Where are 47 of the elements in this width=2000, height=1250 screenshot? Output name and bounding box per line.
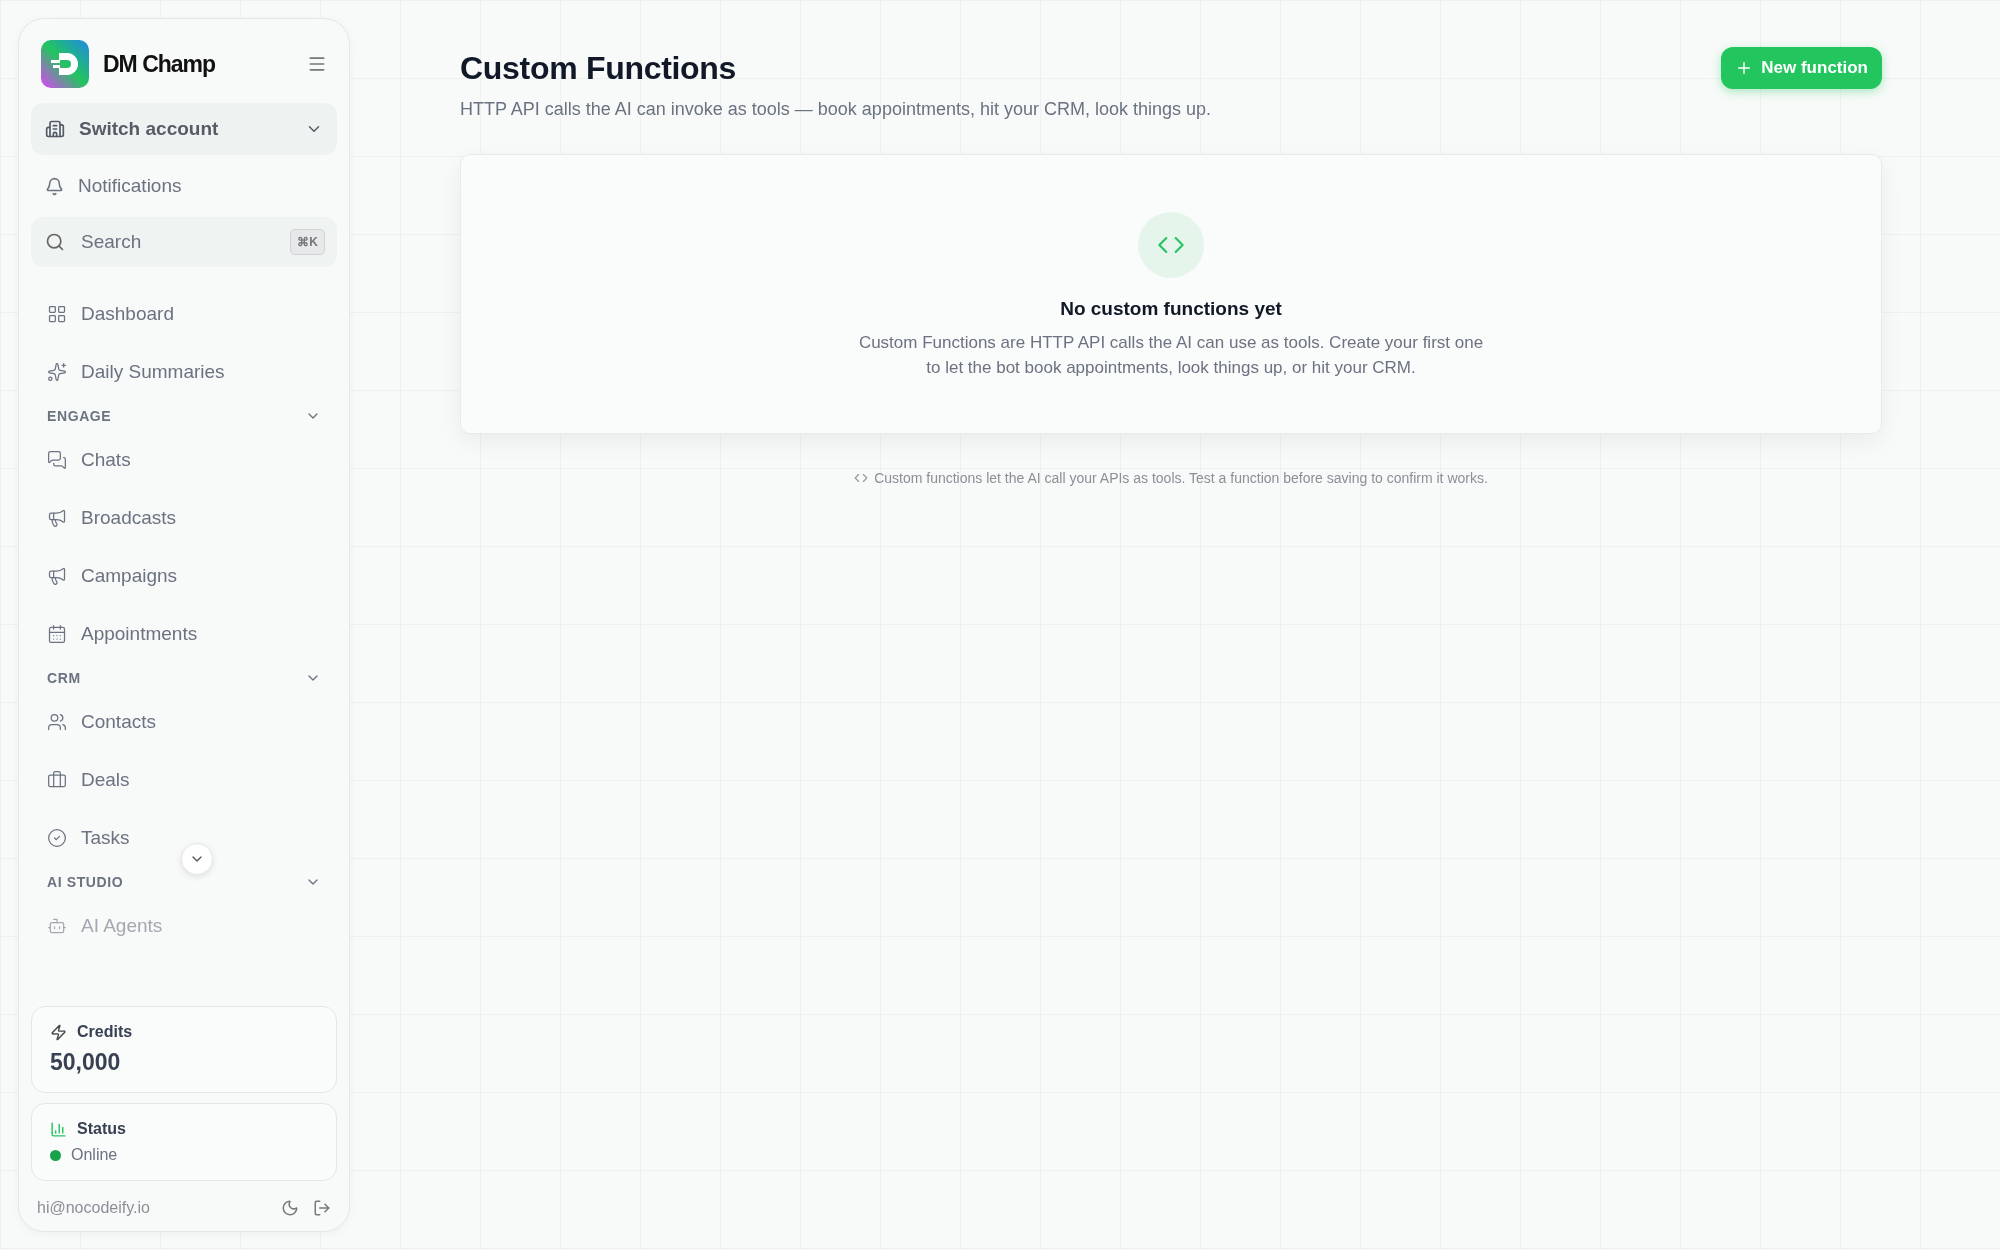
bell-icon — [45, 176, 64, 196]
page-subtitle: HTTP API calls the AI can invoke as tools — book appointments, hit your CRM, look things up. — [460, 99, 1212, 120]
menu-icon[interactable] — [307, 54, 327, 74]
nav-icon — [47, 566, 67, 586]
building-icon — [45, 119, 65, 139]
nav-item[interactable]: Deals — [31, 751, 337, 809]
shortcut-key: ⌘K — [290, 229, 325, 255]
bar-chart-icon — [50, 1120, 67, 1138]
brand-name: DM Champ — [103, 50, 217, 78]
logout-icon[interactable] — [313, 1199, 331, 1217]
nav-item[interactable]: Dashboard — [31, 285, 337, 343]
nav-icon — [47, 362, 67, 382]
logo-icon — [41, 40, 89, 88]
nav-icon — [47, 304, 67, 324]
user-email: hi@nocodeify.io — [37, 1199, 151, 1217]
credits-value: 50,000 — [50, 1049, 122, 1076]
nav-icon — [47, 508, 67, 528]
status-value: Online — [71, 1146, 118, 1164]
search-field[interactable]: Search ⌘K — [31, 217, 337, 267]
nav-icon — [47, 624, 67, 644]
nav-item[interactable]: Broadcasts — [31, 489, 337, 547]
status-label: Status — [77, 1120, 126, 1138]
nav-item[interactable]: Appointments — [31, 605, 337, 663]
nav-icon — [47, 712, 67, 732]
credits-label: Credits — [77, 1023, 133, 1041]
nav-icon — [47, 916, 67, 936]
search-input[interactable]: Search — [79, 230, 277, 254]
section-header[interactable]: CRM — [31, 663, 337, 693]
empty-state-title: No custom functions yet — [1060, 298, 1282, 320]
section-header[interactable]: ENGAGE — [31, 401, 337, 431]
nav-icon — [47, 828, 67, 848]
notifications-link[interactable]: Notifications — [31, 163, 337, 209]
nav-item[interactable]: Contacts — [31, 693, 337, 751]
nav-icon — [47, 770, 67, 790]
footnote: Custom functions let the AI call your APIs as tools. Test a function before saving to confirm it works. — [874, 470, 1488, 486]
search-icon — [45, 232, 65, 252]
empty-state-text: Custom Functions are HTTP API calls the AI can use as tools. Create your first one to let the bot book appointments, look things up, or hit your CRM. — [857, 332, 1485, 379]
nav-item[interactable]: Chats — [31, 431, 337, 489]
code-icon — [854, 471, 869, 485]
switch-account-button[interactable]: Switch account — [31, 103, 337, 155]
nav-icon — [47, 450, 67, 470]
moon-icon[interactable] — [281, 1199, 299, 1217]
lightning-icon — [50, 1023, 67, 1041]
nav-item[interactable]: Daily Summaries — [31, 343, 337, 401]
nav-item[interactable]: Campaigns — [31, 547, 337, 605]
page-title: Custom Functions — [460, 50, 738, 87]
nav-item[interactable]: Tasks — [31, 809, 337, 867]
